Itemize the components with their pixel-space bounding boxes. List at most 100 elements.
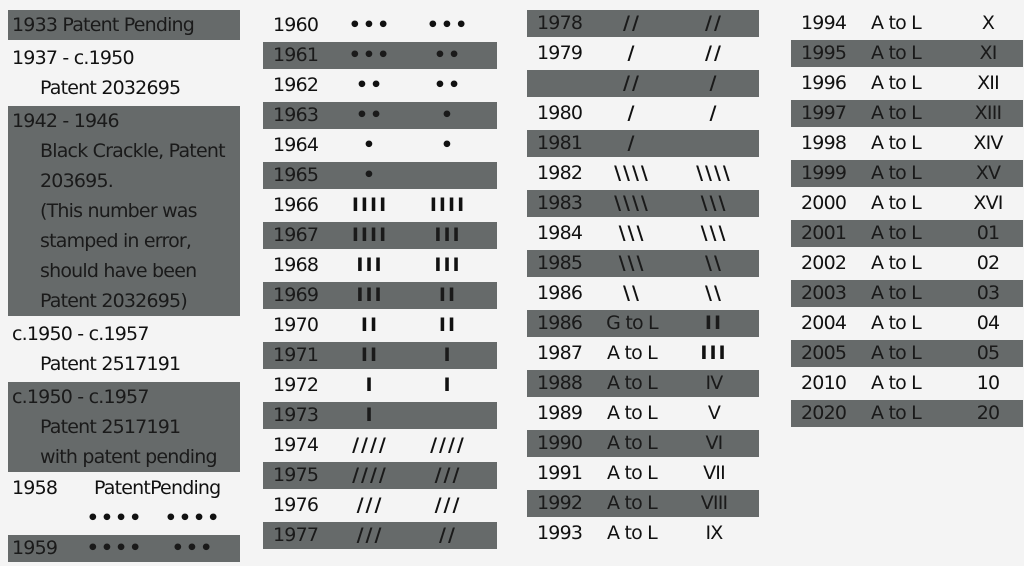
year-cell: 1989 xyxy=(537,402,583,424)
entry-1950-1957: c.1950 - c.1957 Patent 2517191 xyxy=(8,319,240,379)
year-cell: 1980 xyxy=(537,102,583,124)
date-code-row: 2020 A to L 20 xyxy=(791,400,1023,427)
date-code-row: 1971 II I xyxy=(263,342,497,369)
date-code-2: •• xyxy=(433,74,463,96)
year-cell: 1972 xyxy=(273,374,319,396)
entry-line: should have been xyxy=(40,260,197,282)
date-code-1: G to L xyxy=(606,312,658,334)
date-code-1: A to L xyxy=(871,282,922,304)
date-code-1: A to L xyxy=(871,312,922,334)
year-cell: 1962 xyxy=(273,74,319,96)
entry-1933: 1933 Patent Pending xyxy=(8,10,240,40)
date-code-2: //// xyxy=(430,434,466,456)
date-code-1: A to L xyxy=(871,342,922,364)
date-code-row: 1976 /// /// xyxy=(263,492,497,519)
entry-line: c.1950 - c.1957 xyxy=(12,323,149,345)
year-cell: 1983 xyxy=(537,192,583,214)
date-code-row: 2005 A to L 05 xyxy=(791,340,1023,367)
date-code-2: // xyxy=(705,42,723,64)
date-code-2: II xyxy=(438,314,458,336)
entry-line: c.1950 - c.1957 xyxy=(12,386,149,408)
column-2-1960s-70s: 1960 ••• ••• 1961 ••• •• 1962 •• •• 1963 •• • 1964 • •… xyxy=(263,12,497,552)
date-code-1: //// xyxy=(352,464,388,486)
year-cell: 1963 xyxy=(273,104,319,126)
date-code-row: 1990 A to L VI xyxy=(527,430,759,457)
date-code-2: 02 xyxy=(976,252,1000,274)
entry-1959: 1959 •••• ••• xyxy=(8,535,240,562)
date-code-1: A to L xyxy=(871,102,922,124)
date-code-2: ••• xyxy=(426,14,470,36)
date-code-row: 1978 // // xyxy=(527,10,759,37)
year-cell: 2004 xyxy=(801,312,847,334)
date-code-2: XIV xyxy=(973,132,1003,154)
entry-line: Black Crackle, Patent xyxy=(40,140,226,162)
date-code-row: 1977///// xyxy=(263,522,497,549)
date-code-row: 1982 \\\\ \\\\ xyxy=(527,160,759,187)
date-code-1: •••• xyxy=(86,507,144,529)
date-code-1: A to L xyxy=(607,372,658,394)
date-code-1: A to L xyxy=(871,222,922,244)
year-cell: 1988 xyxy=(537,372,583,394)
year-cell: 1992 xyxy=(537,492,583,514)
date-code-1: A to L xyxy=(871,162,922,184)
date-code-1: A to L xyxy=(607,462,658,484)
date-code-row: 1968 III III xyxy=(263,252,497,279)
date-code-row: 1996 A to L XII xyxy=(791,70,1023,97)
date-code-2: XII xyxy=(977,72,1000,94)
date-code-2: II xyxy=(704,312,724,334)
date-code-row: 1966 IIII IIII xyxy=(263,192,497,219)
date-code-2: \\\\ xyxy=(696,162,732,184)
date-code-2: /// xyxy=(434,494,462,516)
date-code-2: ••• xyxy=(171,537,215,559)
date-code-1: / xyxy=(627,102,637,124)
year-cell: 1960 xyxy=(273,14,319,36)
entry-line: 1937 - c.1950 xyxy=(12,47,135,69)
date-code-1: • xyxy=(362,164,378,186)
date-code-1: •••• xyxy=(86,537,144,559)
date-code-row: 1960 ••• ••• xyxy=(263,12,497,39)
date-code-2: • xyxy=(440,134,456,156)
column-3-1978-1993: 1978////1979//////1980//1981/1982 \\\\ \\\… xyxy=(527,10,759,550)
date-code-2: 05 xyxy=(976,342,1000,364)
date-code-row: 2001 A to L 01 xyxy=(791,220,1023,247)
year-cell: 1997 xyxy=(801,102,847,124)
year-cell: 1984 xyxy=(537,222,583,244)
date-code-2: III xyxy=(434,254,462,276)
year-cell: 1987 xyxy=(537,342,583,364)
entry-line: stamped in error, xyxy=(40,230,192,252)
date-code-row: 1999 A to L XV xyxy=(791,160,1023,187)
entry-line: Patent 2517191 xyxy=(40,353,181,375)
year-cell: 1978 xyxy=(537,12,583,34)
date-code-row: 1975/////// xyxy=(263,462,497,489)
entry-1937-1950: 1937 - c.1950 Patent 2032695 xyxy=(8,43,240,103)
date-code-1: A to L xyxy=(871,42,922,64)
date-code-2: IX xyxy=(705,522,723,544)
date-code-1: I xyxy=(365,404,375,426)
entry-line: with patent pending xyxy=(40,446,218,468)
date-code-1: // xyxy=(623,72,641,94)
date-code-row: 1979/// xyxy=(527,40,759,67)
date-code-2: XIII xyxy=(974,102,1002,124)
year-cell: 1998 xyxy=(801,132,847,154)
date-code-2: 01 xyxy=(976,222,1000,244)
date-code-1: // xyxy=(623,12,641,34)
date-code-1: III xyxy=(356,284,384,306)
date-code-2: I xyxy=(443,344,453,366)
year-cell: 2003 xyxy=(801,282,847,304)
year-cell: 1981 xyxy=(537,132,583,154)
date-code-2: • xyxy=(440,104,456,126)
year-cell: 1991 xyxy=(537,462,583,484)
year-cell: 1973 xyxy=(273,404,319,426)
date-code-row: 1974 //// //// xyxy=(263,432,497,459)
date-code-2: 10 xyxy=(976,372,1000,394)
year: 1959 xyxy=(12,537,58,559)
date-code-row: 1991 A to L VII xyxy=(527,460,759,487)
date-code-row: 1973 I xyxy=(263,402,497,429)
date-code-2: \\\ xyxy=(700,222,728,244)
year: 1958 xyxy=(12,477,58,499)
year-cell: 1995 xyxy=(801,42,847,64)
date-code-1: III xyxy=(356,254,384,276)
year-cell: 1961 xyxy=(273,44,319,66)
date-code-row: 1993 A to L IX xyxy=(527,520,759,547)
date-code-1: ••• xyxy=(348,14,392,36)
